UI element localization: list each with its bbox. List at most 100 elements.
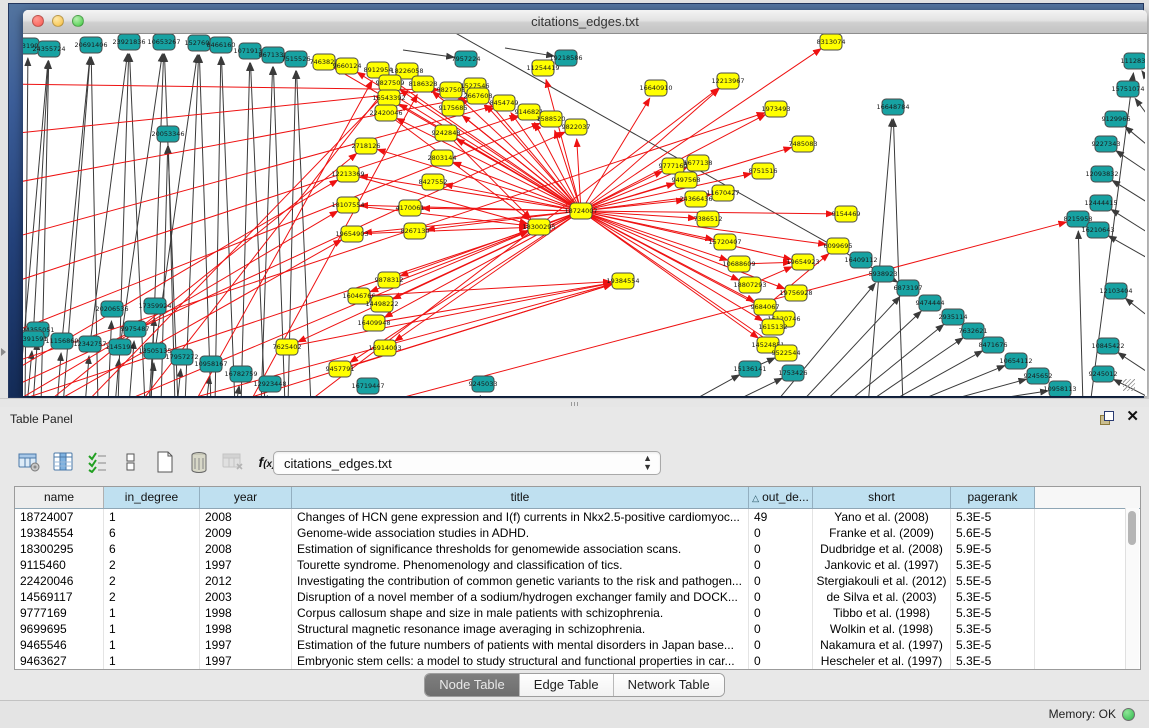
cell-name[interactable]: 9465546: [15, 637, 104, 653]
graph-node[interactable]: 2667608: [464, 88, 493, 104]
cell-pagerank[interactable]: 5.6E-5: [951, 525, 1035, 541]
table-row[interactable]: 1938455462009Genome-wide association stu…: [15, 525, 1140, 541]
graph-node[interactable]: 2803144: [428, 150, 457, 166]
graph-node[interactable]: 20053346: [151, 126, 184, 142]
cell-name[interactable]: 18300295: [15, 541, 104, 557]
cell-year[interactable]: 1998: [200, 605, 292, 621]
cell-short[interactable]: Wolkin et al. (1998): [813, 621, 951, 637]
delete-column-button[interactable]: [218, 448, 248, 476]
network-window-titlebar[interactable]: citations_edges.txt: [23, 10, 1147, 34]
graph-node[interactable]: 8471676: [979, 337, 1008, 353]
graph-node[interactable]: 9827509: [376, 75, 405, 91]
cell-year[interactable]: 2009: [200, 525, 292, 541]
cell-year[interactable]: 1997: [200, 653, 292, 669]
cell-title[interactable]: Genome-wide association studies in ADHD.: [292, 525, 749, 541]
collapse-panel-arrow-icon[interactable]: [1, 348, 6, 356]
graph-node[interactable]: 12923448: [253, 376, 286, 392]
graph-node[interactable]: 7386512: [694, 211, 723, 227]
cell-name[interactable]: 9115460: [15, 557, 104, 573]
graph-node[interactable]: 1753426: [779, 365, 808, 381]
graph-node[interactable]: 8267130: [401, 223, 430, 239]
cell-year[interactable]: 2012: [200, 573, 292, 589]
cell-year[interactable]: 2008: [200, 541, 292, 557]
cell-title[interactable]: Embryonic stem cells: a model to study s…: [292, 653, 749, 669]
graph-node[interactable]: 8427552: [419, 174, 448, 190]
graph-node[interactable]: 6873197: [894, 280, 923, 296]
table-row[interactable]: 969969511998Structural magnetic resonanc…: [15, 621, 1140, 637]
table-row[interactable]: 911546021997Tourette syndrome. Phenomeno…: [15, 557, 1140, 573]
close-panel-icon[interactable]: ✕: [1126, 410, 1139, 424]
desktop-resize-grip[interactable]: [1123, 379, 1135, 391]
graph-node[interactable]: 9457791: [326, 361, 355, 377]
graph-node[interactable]: 9154469: [832, 206, 861, 222]
cell-pagerank[interactable]: 5.3E-5: [951, 589, 1035, 605]
cell-in-degree[interactable]: 1: [104, 605, 200, 621]
cell-out-de-[interactable]: 0: [749, 573, 813, 589]
table-row[interactable]: 1456911722003Disruption of a novel membe…: [15, 589, 1140, 605]
cell-year[interactable]: 2003: [200, 589, 292, 605]
cell-in-degree[interactable]: 2: [104, 573, 200, 589]
cell-title[interactable]: Changes of HCN gene expression and I(f) …: [292, 509, 749, 525]
graph-node[interactable]: 7515526: [282, 51, 311, 67]
graph-node[interactable]: 7957224: [452, 51, 481, 67]
cell-title[interactable]: Estimation of the future numbers of pati…: [292, 637, 749, 653]
cell-in-degree[interactable]: 1: [104, 637, 200, 653]
cell-name[interactable]: 18724007: [15, 509, 104, 525]
graph-node[interactable]: 19654923: [786, 254, 819, 270]
graph-node[interactable]: 5938923: [869, 266, 898, 282]
float-panel-icon[interactable]: [1100, 410, 1114, 424]
graph-node[interactable]: 1677138: [684, 155, 713, 171]
new-table-button[interactable]: [150, 448, 180, 476]
graph-node[interactable]: 9474444: [916, 295, 945, 311]
graph-node[interactable]: 9129966: [1102, 111, 1131, 127]
cell-short[interactable]: Yano et al. (2008): [813, 509, 951, 525]
cell-in-degree[interactable]: 2: [104, 557, 200, 573]
cell-short[interactable]: Jankovic et al. (1997): [813, 557, 951, 573]
cell-in-degree[interactable]: 1: [104, 621, 200, 637]
graph-node[interactable]: 16640910: [639, 80, 672, 96]
cell-pagerank[interactable]: 5.3E-5: [951, 509, 1035, 525]
graph-node[interactable]: 16648784: [876, 99, 909, 115]
cell-pagerank[interactable]: 5.3E-5: [951, 557, 1035, 573]
graph-node[interactable]: 9391591: [23, 331, 47, 347]
cell-pagerank[interactable]: 5.3E-5: [951, 621, 1035, 637]
citation-network-graph[interactable]: 1872400790319902435572420691406239218361…: [23, 34, 1145, 396]
graph-node[interactable]: 16409948: [357, 315, 390, 331]
graph-node[interactable]: 8751516: [749, 163, 778, 179]
cell-name[interactable]: 9463627: [15, 653, 104, 669]
cell-name[interactable]: 22420046: [15, 573, 104, 589]
cell-in-degree[interactable]: 1: [104, 653, 200, 669]
cell-title[interactable]: Tourette syndrome. Phenomenology and cla…: [292, 557, 749, 573]
graph-node[interactable]: 10958113: [1043, 381, 1076, 396]
graph-node[interactable]: 9497568: [672, 172, 701, 188]
cell-out-de-[interactable]: 0: [749, 525, 813, 541]
graph-node[interactable]: 10654112: [999, 353, 1032, 369]
graph-node[interactable]: 9175685: [439, 100, 468, 116]
graph-node[interactable]: 7485083: [789, 136, 818, 152]
cell-title[interactable]: Structural magnetic resonance image aver…: [292, 621, 749, 637]
cell-out-de-[interactable]: 0: [749, 637, 813, 653]
graph-node[interactable]: 9245033: [469, 376, 498, 392]
network-view-window[interactable]: citations_edges.txt 18724007903199024355…: [23, 10, 1147, 396]
cell-in-degree[interactable]: 6: [104, 541, 200, 557]
graph-node[interactable]: 9822037: [562, 119, 591, 135]
table-vertical-scrollbar[interactable]: [1125, 508, 1139, 669]
cell-pagerank[interactable]: 5.3E-5: [951, 605, 1035, 621]
cell-short[interactable]: Dudbridge et al. (2008): [813, 541, 951, 557]
table-row[interactable]: 946362711997Embryonic stem cells: a mode…: [15, 653, 1140, 669]
cell-year[interactable]: 2008: [200, 509, 292, 525]
cell-title[interactable]: Disruption of a novel member of a sodium…: [292, 589, 749, 605]
cell-pagerank[interactable]: 5.5E-5: [951, 573, 1035, 589]
graph-node[interactable]: 2935114: [939, 309, 968, 325]
graph-node[interactable]: 12444415: [1084, 195, 1117, 211]
tab-network-table[interactable]: Network Table: [614, 674, 724, 696]
graph-node[interactable]: 18107554: [331, 197, 364, 213]
table-row[interactable]: 2242004622012Investigating the contribut…: [15, 573, 1140, 589]
cell-title[interactable]: Investigating the contribution of common…: [292, 573, 749, 589]
table-row[interactable]: 946554611997Estimation of the future num…: [15, 637, 1140, 653]
cell-out-de-[interactable]: 0: [749, 621, 813, 637]
split-pane-divider[interactable]: [0, 398, 1149, 407]
network-graph-canvas[interactable]: 1872400790319902435572420691406239218361…: [23, 34, 1145, 396]
graph-node[interactable]: 8186328: [409, 76, 438, 92]
graph-node[interactable]: 16409112: [844, 252, 877, 268]
